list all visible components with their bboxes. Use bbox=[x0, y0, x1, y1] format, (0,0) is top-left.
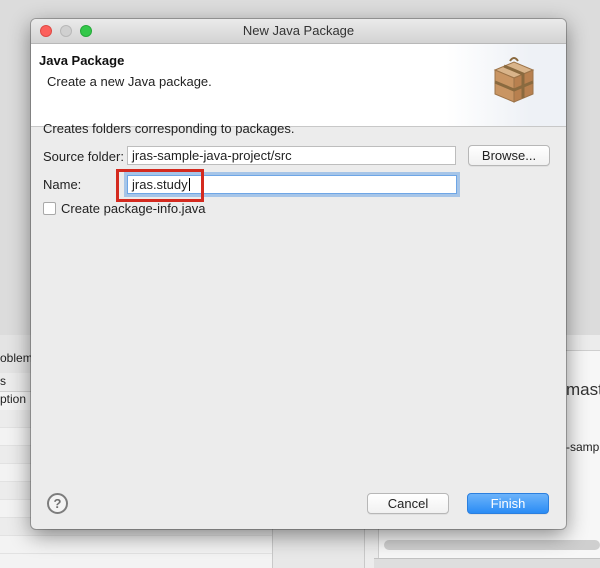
red-highlight-annotation bbox=[116, 169, 204, 202]
ide-git-repo-label: -samp bbox=[566, 440, 600, 454]
content-description: Creates folders corresponding to package… bbox=[43, 121, 295, 136]
ide-git-branch-title: maste bbox=[566, 380, 600, 399]
table-row bbox=[0, 536, 272, 554]
ide-problems-header-text: s bbox=[0, 374, 6, 388]
wizard-title: Java Package bbox=[39, 53, 125, 68]
dialog-titlebar: New Java Package bbox=[31, 19, 566, 44]
ide-problems-column: ption bbox=[0, 392, 27, 406]
wizard-description: Create a new Java package. bbox=[47, 74, 212, 89]
help-icon[interactable]: ? bbox=[47, 493, 68, 514]
wizard-header: Java Package Create a new Java package. bbox=[31, 44, 566, 127]
ide-problems-tab[interactable]: oblem bbox=[0, 351, 33, 365]
name-label: Name: bbox=[43, 177, 82, 192]
package-info-checkbox[interactable] bbox=[43, 202, 56, 215]
browse-button[interactable]: Browse... bbox=[468, 145, 550, 166]
new-java-package-dialog: New Java Package Java Package Create a n… bbox=[31, 19, 566, 529]
package-info-label[interactable]: Create package-info.java bbox=[61, 201, 206, 216]
cancel-button[interactable]: Cancel bbox=[367, 493, 449, 514]
finish-button[interactable]: Finish bbox=[467, 493, 549, 514]
ide-git-scrollbar[interactable] bbox=[384, 540, 600, 550]
source-folder-label: Source folder: bbox=[43, 149, 124, 164]
source-folder-value: jras-sample-java-project/src bbox=[132, 148, 292, 163]
window-title: New Java Package bbox=[242, 23, 355, 38]
source-folder-field[interactable]: jras-sample-java-project/src bbox=[127, 146, 456, 165]
ide-git-bottom-tab bbox=[374, 558, 600, 568]
package-box-icon bbox=[493, 57, 535, 103]
